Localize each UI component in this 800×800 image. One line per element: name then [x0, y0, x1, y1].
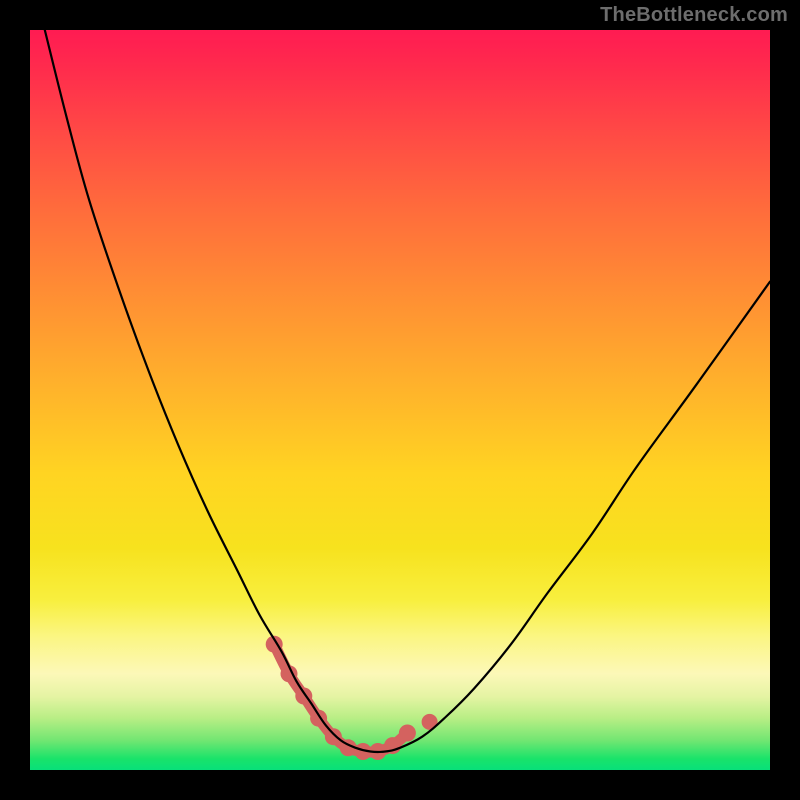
watermark-text: TheBottleneck.com — [600, 4, 788, 27]
chart-svg — [30, 30, 770, 770]
accent-dot — [325, 728, 342, 745]
bottleneck-curve-line — [45, 30, 770, 752]
chart-frame: TheBottleneck.com — [0, 0, 800, 800]
accent-dot — [399, 725, 416, 742]
